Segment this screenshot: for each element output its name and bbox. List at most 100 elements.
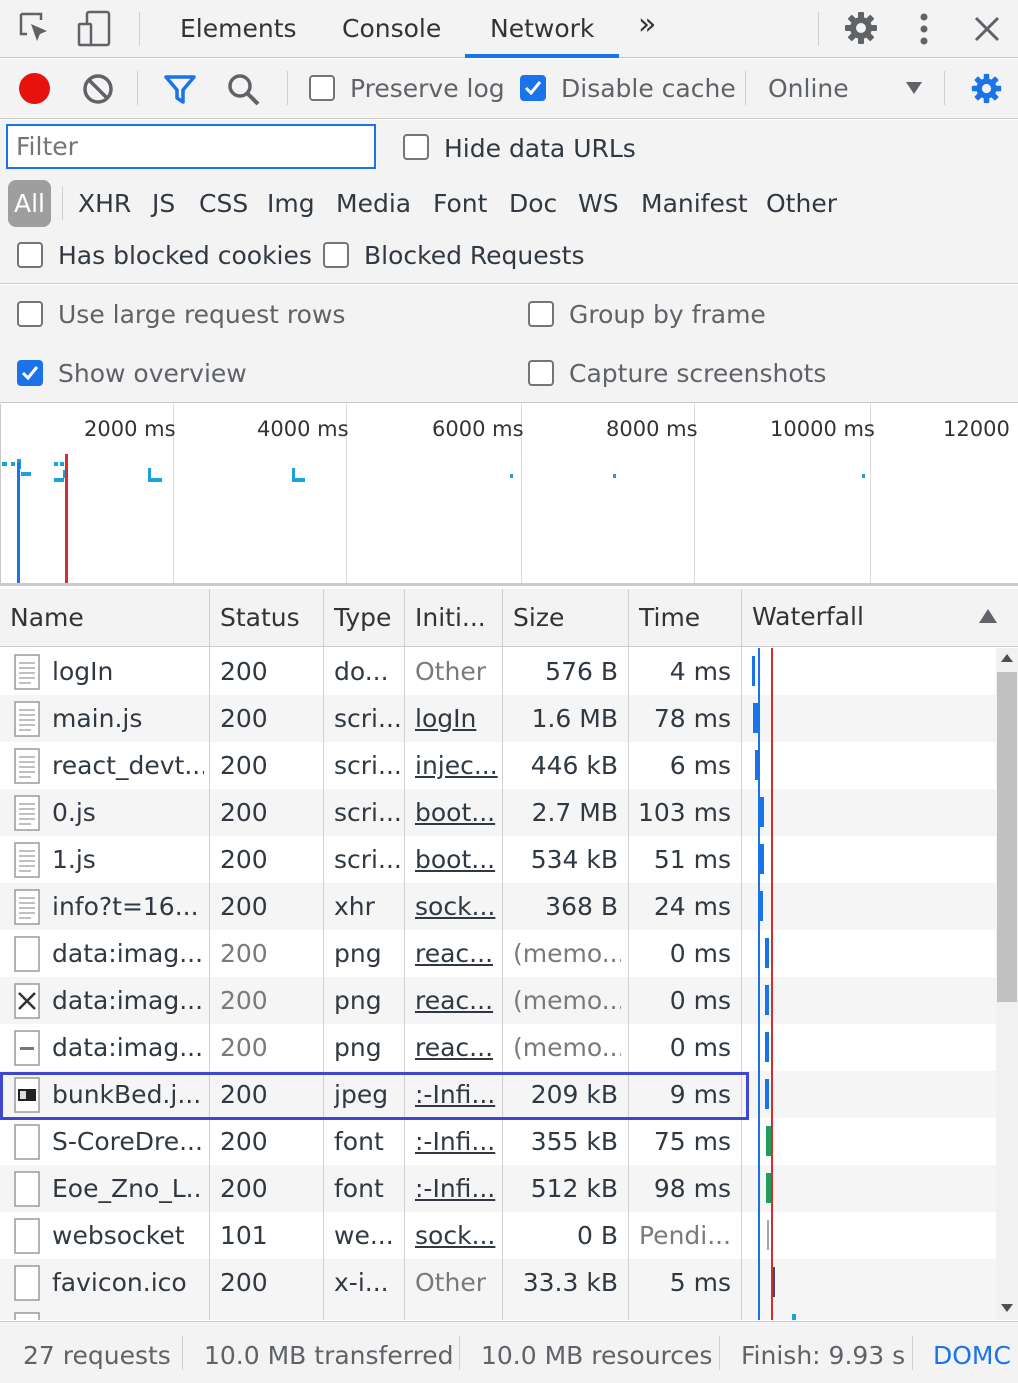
scroll-up-arrow-icon[interactable] [1001,654,1013,662]
sort-ascending-icon[interactable] [979,609,997,623]
request-row[interactable]: info?t=16... 200 xhr sock... 368 B 24 ms [0,883,996,930]
column-header-waterfall[interactable]: Waterfall [752,602,864,632]
more-tabs-button[interactable]: » [638,10,656,40]
request-row[interactable]: 1.js 200 scri... boot... 534 kB 51 ms [0,836,996,883]
tab-network[interactable]: Network [490,14,594,44]
request-file-icon [14,936,40,972]
request-status: 200 [220,798,268,827]
request-row[interactable]: data:imag... 200 png reac... (memo... 0 ms [0,977,996,1024]
request-row[interactable]: Eoe_Zno_L... 200 font:-Infi... 512 kB 98 ms [0,1165,996,1212]
request-type: xhr [334,892,375,921]
column-header-name[interactable]: Name [10,603,84,633]
vertical-scrollbar[interactable] [996,648,1018,1320]
request-name[interactable]: 0.js [52,789,204,836]
capture-screenshots-checkbox[interactable] [528,360,554,386]
filter-input[interactable] [6,124,376,169]
request-initiator[interactable]: reac... [415,930,500,977]
search-icon[interactable] [227,73,261,107]
tab-console[interactable]: Console [342,14,441,44]
column-header-type[interactable]: Type [334,603,391,633]
type-filter-doc[interactable]: Doc [509,189,557,219]
request-row[interactable]: react_devt... 200 scri... injec... 446 kB 6 m… [0,742,996,789]
column-header-size[interactable]: Size [513,603,564,633]
dropdown-arrow-icon[interactable] [906,82,922,94]
request-size: 0 B [576,1221,618,1250]
close-icon[interactable] [973,15,1001,43]
finish-time: Finish: 9.93 s [741,1341,906,1370]
column-header-status[interactable]: Status [220,603,300,633]
request-file-icon [14,795,40,831]
request-name[interactable]: websocket [52,1212,204,1259]
request-row[interactable]: websocket 101 we... sock... 0 B Pendi... [0,1212,996,1259]
overview-timeline[interactable]: 2000 ms 4000 ms 6000 ms 8000 ms 10000 ms… [0,404,1018,586]
request-row[interactable]: 0.js 200 scri... boot... 2.7 MB 103 ms [0,789,996,836]
request-name[interactable]: Eoe_Zno_L... [52,1165,204,1212]
large-rows-checkbox[interactable] [17,301,43,327]
type-filter-img[interactable]: Img [267,189,315,219]
request-row[interactable]: S-CoreDre... 200 font:-Infi... 355 kB 75 ms [0,1118,996,1165]
request-name[interactable]: logIn [52,648,204,695]
request-file-icon [14,748,40,784]
request-name[interactable]: data:imag... [52,1024,204,1071]
request-name[interactable]: S-CoreDre... [52,1118,204,1165]
type-filter-manifest[interactable]: Manifest [641,189,748,219]
request-time: 0 ms [669,939,731,968]
tab-elements[interactable]: Elements [180,14,297,44]
show-overview-checkbox[interactable] [17,360,43,386]
request-name[interactable]: data:imag... [52,977,204,1024]
request-initiator[interactable]: reac... [415,1024,500,1071]
type-filter-font[interactable]: Font [433,189,487,219]
type-filter-media[interactable]: Media [336,189,411,219]
request-file-icon [14,1124,40,1160]
has-blocked-cookies-checkbox[interactable] [17,242,43,268]
type-filter-js[interactable]: JS [152,189,175,219]
type-filter-css[interactable]: CSS [199,189,248,219]
preserve-log-checkbox[interactable] [309,75,335,101]
request-initiator[interactable]: :-Infi... [415,1165,500,1212]
clear-icon[interactable] [82,73,114,105]
type-filter-xhr[interactable]: XHR [78,189,131,219]
request-name[interactable]: react_devt... [52,742,204,789]
request-initiator[interactable]: sock... [415,883,500,930]
request-initiator[interactable]: reac... [415,977,500,1024]
request-initiator[interactable]: sock... [415,1212,500,1259]
request-initiator[interactable]: injec... [415,742,500,789]
device-toolbar-icon[interactable] [76,10,114,48]
hide-data-urls-checkbox[interactable] [403,134,429,160]
filter-funnel-icon[interactable] [164,75,196,105]
column-header-initiator[interactable]: Initi... [415,603,486,633]
request-time: 0 ms [669,1033,731,1062]
request-name[interactable]: info?t=16... [52,883,204,930]
settings-gear-icon[interactable] [843,10,879,46]
type-filter-other[interactable]: Other [766,189,837,219]
request-initiator[interactable]: :-Infi... [415,1118,500,1165]
group-by-frame-checkbox[interactable] [528,301,554,327]
scroll-down-arrow-icon[interactable] [1001,1304,1013,1312]
request-row[interactable]: data:imag... 200 png reac... (memo... 0 ms [0,1024,996,1071]
blocked-requests-checkbox[interactable] [323,242,349,268]
request-row[interactable]: main.js 200 scri... logIn 1.6 MB 78 ms [0,695,996,742]
type-filter-ws[interactable]: WS [578,189,619,219]
request-row-partial[interactable] [0,1306,996,1320]
waterfall-bar [765,1079,769,1109]
inspect-element-icon[interactable] [18,11,52,45]
toolbar-divider [944,71,945,105]
network-settings-gear-icon[interactable] [970,72,1003,105]
request-initiator[interactable]: boot... [415,836,500,883]
request-name[interactable]: 1.js [52,836,204,883]
request-row[interactable]: data:imag... 200 png reac... (memo... 0 ms [0,930,996,977]
request-row[interactable]: favicon.ico 200 x-i... Other 33.3 kB 5 ms [0,1259,996,1306]
request-row[interactable]: logIn 200 do... Other 576 B 4 ms [0,648,996,695]
request-name[interactable]: main.js [52,695,204,742]
type-filter-all[interactable]: All [8,180,51,227]
throttling-select[interactable]: Online [768,74,849,104]
kebab-menu-icon[interactable] [918,12,930,46]
disable-cache-checkbox[interactable] [520,75,546,101]
column-header-time[interactable]: Time [639,603,700,633]
request-initiator[interactable]: boot... [415,789,500,836]
request-name[interactable]: favicon.ico [52,1259,204,1306]
record-button[interactable] [19,73,50,104]
scrollbar-thumb[interactable] [997,672,1017,1002]
request-initiator[interactable]: logIn [415,695,500,742]
request-name[interactable]: data:imag... [52,930,204,977]
